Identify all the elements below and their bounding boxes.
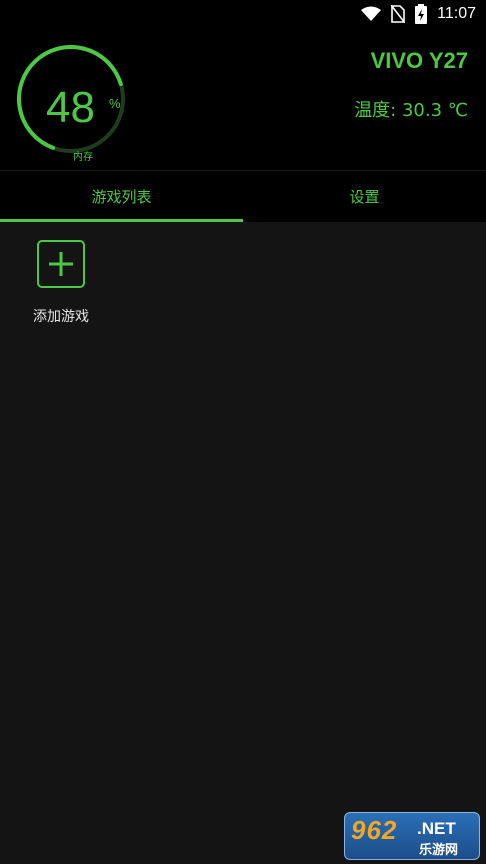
status-bar: 11:07 bbox=[0, 0, 486, 28]
memory-gauge: 48 % 内存 bbox=[14, 42, 128, 163]
memory-label: 内存 bbox=[73, 152, 93, 163]
device-header: 48 % 内存 VIVO Y27 温度: 30.3 ℃ bbox=[0, 28, 486, 170]
device-name: VIVO Y27 bbox=[370, 48, 468, 73]
memory-percent-unit: % bbox=[109, 96, 121, 111]
tab-game-list-label: 游戏列表 bbox=[91, 188, 152, 206]
memory-percent-value: 48 bbox=[46, 83, 95, 132]
status-time: 11:07 bbox=[437, 5, 476, 22]
add-game-button[interactable]: 添加游戏 bbox=[22, 240, 100, 326]
add-game-label: 添加游戏 bbox=[33, 309, 89, 325]
tab-settings-label: 设置 bbox=[349, 188, 380, 206]
watermark-number: 962 bbox=[351, 815, 398, 845]
watermark-cn: 乐游网 bbox=[419, 843, 459, 858]
watermark-net: .NET bbox=[417, 819, 456, 838]
wifi-icon bbox=[361, 6, 382, 21]
battery-charging-icon bbox=[415, 4, 428, 24]
tab-bar: 游戏列表 设置 bbox=[0, 171, 486, 222]
device-temperature: 温度: 30.3 ℃ bbox=[354, 100, 468, 121]
game-list: 添加游戏 962 .NET 乐游网 bbox=[0, 222, 486, 864]
watermark-logo: 962 .NET 乐游网 bbox=[344, 812, 480, 860]
no-sim-icon bbox=[391, 5, 406, 23]
plus-icon bbox=[49, 252, 73, 276]
add-game-box[interactable] bbox=[37, 240, 85, 288]
tab-settings[interactable]: 设置 bbox=[243, 171, 486, 222]
tab-game-list[interactable]: 游戏列表 bbox=[0, 171, 243, 222]
